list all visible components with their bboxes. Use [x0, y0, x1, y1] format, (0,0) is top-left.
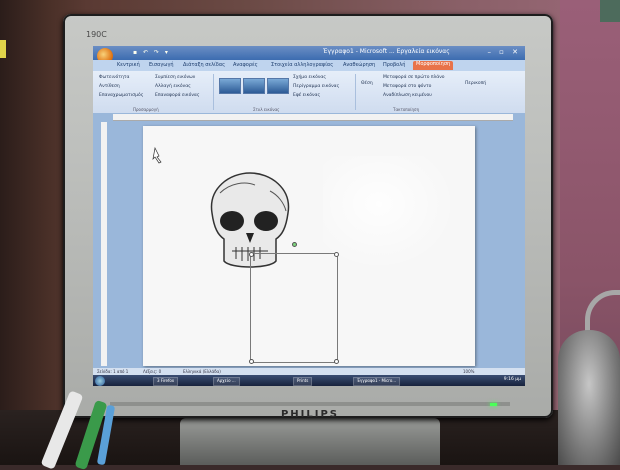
picture-style-thumb[interactable] [267, 78, 289, 94]
desk-lamp [558, 330, 620, 465]
status-bar: Σελίδα: 1 από 1 Λέξεις: 0 Ελληνικά (Ελλά… [93, 368, 525, 375]
monitor-model-label: 190C [86, 30, 107, 39]
yellow-note [0, 40, 6, 58]
monitor-stand [180, 418, 440, 465]
cursor-icon [152, 146, 162, 164]
position-button[interactable]: Θέση [361, 81, 373, 86]
task-word-document[interactable]: Έγγραφο1 - Micro... [353, 377, 401, 386]
compress-pictures-button[interactable]: Συμπίεση εικόνων [155, 75, 195, 80]
resize-handle[interactable] [334, 359, 339, 364]
tab-page-layout[interactable]: Διάταξη σελίδας [183, 62, 225, 68]
brightness-button[interactable]: Φωτεινότητα [99, 75, 129, 80]
start-button[interactable] [95, 376, 105, 386]
send-to-back-button[interactable]: Μεταφορά στο φόντο [383, 84, 431, 89]
tab-view[interactable]: Προβολή [383, 62, 405, 68]
horizontal-ruler[interactable] [113, 114, 513, 121]
tab-insert[interactable]: Εισαγωγή [149, 62, 174, 68]
text-wrapping-button[interactable]: Αναδίπλωση κειμένου [383, 93, 432, 98]
window-title: Έγγραφο1 - Microsoft ... Εργαλεία εικόνα… [323, 48, 450, 55]
zoom-level[interactable]: 100% [463, 369, 474, 374]
adjust-group-label: Προσαρμογή [133, 107, 159, 112]
crop-button[interactable]: Περικοπή [465, 81, 486, 86]
bring-to-front-button[interactable]: Μεταφορά σε πρώτο πλάνο [383, 75, 445, 80]
tab-home[interactable]: Κεντρική [117, 62, 140, 68]
picture-style-thumb[interactable] [243, 78, 265, 94]
tab-review[interactable]: Αναθεώρηση [343, 62, 375, 68]
tab-references[interactable]: Αναφορές [233, 62, 258, 68]
tab-format[interactable]: Μορφοποίηση [413, 61, 454, 70]
page-count: Σελίδα: 1 από 1 [97, 369, 129, 374]
ribbon-separator [355, 74, 356, 110]
resize-handle[interactable] [249, 359, 254, 364]
corner-object [600, 0, 620, 22]
ribbon-separator [213, 74, 214, 110]
ribbon-tabs: Κεντρική Εισαγωγή Διάταξη σελίδας Αναφορ… [93, 60, 525, 71]
screen: ▪ ↶ ↷ ▾ Έγγραφο1 - Microsoft ... Εργαλεί… [93, 46, 525, 386]
ribbon: Φωτεινότητα Αντίθεση Επαναχρωματισμός Συ… [93, 71, 525, 114]
picture-shape-button[interactable]: Σχήμα εικόνας [293, 75, 326, 80]
contrast-button[interactable]: Αντίθεση [99, 84, 120, 89]
bezel-strip [110, 402, 510, 406]
recolor-button[interactable]: Επαναχρωματισμός [99, 93, 143, 98]
quick-access-toolbar[interactable]: ▪ ↶ ↷ ▾ [133, 49, 170, 56]
system-clock: 9:16 μμ [503, 377, 521, 382]
rotate-handle[interactable] [292, 242, 297, 247]
picture-border-button[interactable]: Περίγραμμα εικόνας [293, 84, 339, 89]
task-files[interactable]: Αρχείο ... [213, 377, 240, 386]
task-prints[interactable]: Prints [293, 377, 313, 386]
styles-group-label: Στυλ εικόνας [253, 107, 280, 112]
word-count: Λέξεις: 0 [143, 369, 162, 374]
taskbar: 3 Firefox Αρχείο ... Prints Έγγραφο1 - M… [93, 375, 525, 386]
window-controls[interactable]: – ▫ ✕ [487, 48, 521, 56]
change-picture-button[interactable]: Αλλαγή εικόνας [155, 84, 191, 89]
reset-picture-button[interactable]: Επαναφορά εικόνας [155, 93, 199, 98]
task-firefox[interactable]: 3 Firefox [153, 377, 179, 386]
title-bar: ▪ ↶ ↷ ▾ Έγγραφο1 - Microsoft ... Εργαλεί… [93, 46, 525, 64]
vertical-ruler[interactable] [101, 122, 107, 366]
resize-handle[interactable] [249, 252, 254, 257]
screen-glare [323, 156, 463, 276]
power-led-icon [490, 403, 497, 406]
language-status[interactable]: Ελληνικά (Ελλάδα) [183, 369, 221, 374]
tab-mailings[interactable]: Στοιχεία αλληλογραφίας [271, 62, 333, 68]
arrange-group-label: Τακτοποίηση [393, 107, 420, 112]
picture-style-thumb[interactable] [219, 78, 241, 94]
picture-effects-button[interactable]: Εφέ εικόνας [293, 93, 320, 98]
